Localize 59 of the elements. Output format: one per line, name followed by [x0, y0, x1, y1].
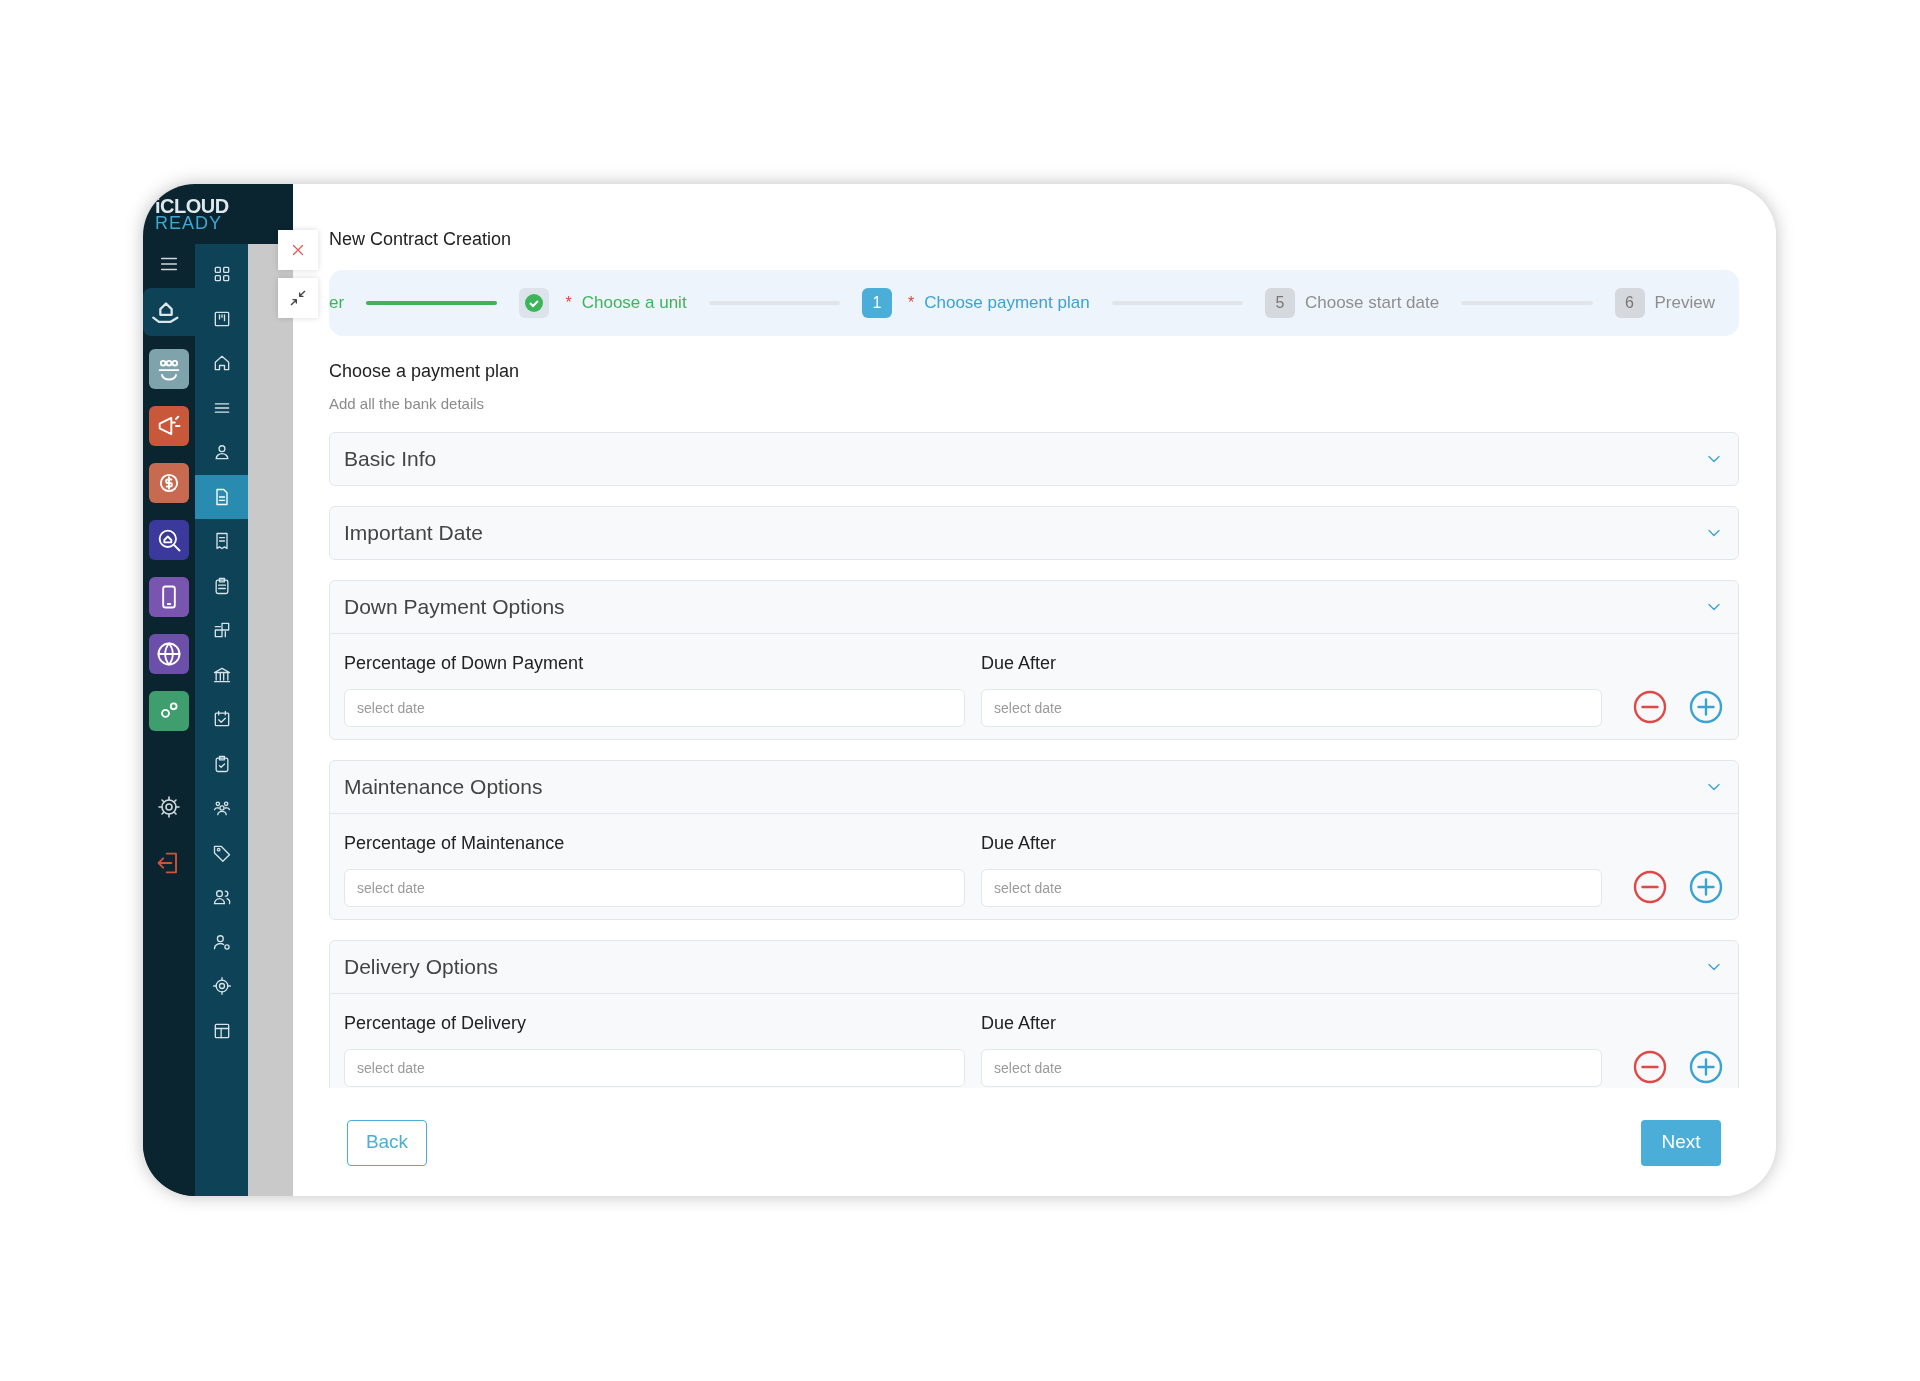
- date-field[interactable]: select date: [981, 1048, 1602, 1087]
- field-label: Due After: [981, 651, 1058, 675]
- accordion-header[interactable]: Down Payment Options: [330, 580, 1738, 633]
- modal-title: New Contract Creation: [329, 228, 513, 251]
- add-button[interactable]: [1688, 688, 1724, 725]
- add-button[interactable]: [1688, 868, 1724, 905]
- section-heading: Choose a payment plan: [329, 360, 521, 383]
- accordion-header[interactable]: Maintenance Options: [330, 760, 1738, 813]
- minus-circle-icon: [1632, 688, 1668, 725]
- collapse-button[interactable]: [278, 278, 318, 318]
- app-tile[interactable]: [149, 691, 189, 731]
- app-tile[interactable]: [149, 577, 189, 617]
- field-label: Percentage of Maintenance: [344, 831, 566, 855]
- logo-text: iCLOUD: [155, 196, 230, 216]
- collapse-icon: [288, 288, 308, 308]
- date-field[interactable]: select date: [344, 868, 965, 907]
- required-mark: *: [565, 293, 572, 313]
- accordion-header[interactable]: Important Date: [330, 506, 1738, 559]
- step[interactable]: 5 Choose start date: [1264, 288, 1440, 318]
- nav-item[interactable]: [195, 474, 248, 519]
- date-field[interactable]: select date: [981, 688, 1602, 727]
- step[interactable]: 1 * Choose payment plan: [862, 288, 1090, 318]
- check-icon: [524, 293, 545, 313]
- app-tile[interactable]: [149, 406, 189, 446]
- add-button[interactable]: [1688, 1048, 1724, 1085]
- app-tile[interactable]: [149, 463, 189, 503]
- step[interactable]: 6 Preview: [1614, 288, 1715, 318]
- app-tile[interactable]: [149, 634, 189, 674]
- step[interactable]: * Choose a unit: [519, 288, 687, 318]
- next-button[interactable]: Next: [1641, 1119, 1721, 1166]
- minus-circle-icon: [1632, 1048, 1668, 1085]
- step-number: 5: [1264, 288, 1295, 318]
- field-label: Percentage of Down Payment: [344, 651, 585, 675]
- date-field[interactable]: select date: [344, 1048, 965, 1087]
- plus-circle-icon: [1688, 1048, 1724, 1085]
- app-tile[interactable]: [149, 520, 189, 560]
- required-mark: *: [908, 293, 915, 313]
- minus-circle-icon: [1632, 868, 1668, 905]
- accordion-header[interactable]: Delivery Options: [330, 940, 1738, 993]
- back-button[interactable]: Back: [347, 1119, 427, 1166]
- field-label: Due After: [981, 1011, 1058, 1035]
- logo-text: READY: [155, 214, 223, 232]
- remove-button[interactable]: [1632, 1048, 1668, 1085]
- app-tile[interactable]: [143, 288, 195, 336]
- field-label: Percentage of Delivery: [344, 1011, 528, 1035]
- plus-circle-icon: [1688, 688, 1724, 725]
- step-number: 1: [862, 288, 892, 318]
- section-subheading: Add all the bank details: [329, 394, 486, 414]
- step-number: 6: [1614, 288, 1645, 318]
- globe-icon: [155, 640, 183, 668]
- date-field[interactable]: select date: [344, 688, 965, 727]
- field-label: Due After: [981, 831, 1058, 855]
- remove-button[interactable]: [1632, 868, 1668, 905]
- accordion-header[interactable]: Basic Info: [330, 432, 1738, 485]
- remove-button[interactable]: [1632, 688, 1668, 725]
- date-field[interactable]: select date: [981, 868, 1602, 907]
- app-tile[interactable]: [149, 349, 189, 389]
- step[interactable]: er: [329, 290, 345, 316]
- plus-circle-icon: [1688, 868, 1724, 905]
